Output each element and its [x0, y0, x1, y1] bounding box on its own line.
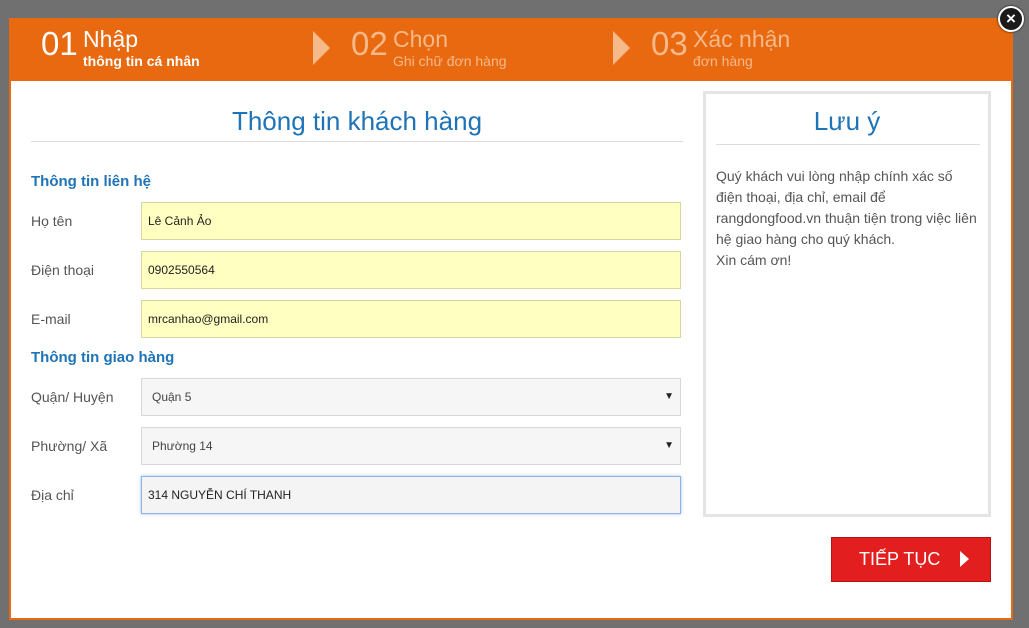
- step-arrow-icon: [313, 31, 330, 65]
- phone-label: Điện thoại: [31, 262, 95, 278]
- district-selected-value: Quận 5: [152, 390, 192, 404]
- continue-button[interactable]: TIẾP TỤC: [831, 537, 991, 582]
- step-1-number: 01: [41, 25, 78, 62]
- name-label: Họ tên: [31, 213, 73, 229]
- district-select[interactable]: Quận 5 ▼: [141, 378, 681, 416]
- note-text: Quý khách vui lòng nhập chính xác số điệ…: [716, 166, 980, 271]
- dropdown-caret-icon: ▼: [664, 440, 674, 451]
- title-divider: [31, 141, 683, 142]
- name-field[interactable]: Lê Cảnh Ảo: [141, 202, 681, 240]
- address-field[interactable]: 314 NGUYỄN CHÍ THANH: [141, 476, 681, 514]
- step-2-subtitle: Ghi chữ đơn hàng: [393, 53, 507, 69]
- phone-field[interactable]: 0902550564: [141, 251, 681, 289]
- address-label: Địa chỉ: [31, 487, 74, 503]
- step-1-title: Nhập: [83, 26, 138, 52]
- form-title: Thông tin khách hàng: [231, 106, 483, 136]
- step-1: 01 Nhập thông tin cá nhân: [41, 20, 311, 81]
- checkout-modal: 01 Nhập thông tin cá nhân 02 Chọn Ghi ch…: [9, 18, 1013, 620]
- step-2-title: Chọn: [393, 26, 448, 52]
- district-label: Quận/ Huyện: [31, 389, 114, 405]
- close-button[interactable]: ×: [998, 6, 1024, 32]
- note-message: Quý khách vui lòng nhập chính xác số điệ…: [716, 168, 977, 247]
- step-3-number: 03: [651, 25, 688, 62]
- note-title: Lưu ý: [813, 106, 881, 136]
- step-3-title: Xác nhận: [693, 26, 791, 52]
- step-1-subtitle: thông tin cá nhân: [83, 53, 200, 69]
- note-thanks: Xin cám ơn!: [716, 252, 792, 268]
- step-2-number: 02: [351, 25, 388, 62]
- note-panel: Lưu ý Quý khách vui lòng nhập chính xác …: [703, 91, 991, 517]
- step-3: 03 Xác nhận đơn hàng: [651, 20, 911, 81]
- dropdown-caret-icon: ▼: [664, 391, 674, 402]
- email-field[interactable]: mrcanhao@gmail.com: [141, 300, 681, 338]
- ward-label: Phường/ Xã: [31, 438, 108, 454]
- ward-selected-value: Phường 14: [152, 439, 213, 453]
- continue-button-label: TIẾP TỤC: [859, 549, 941, 569]
- ward-select[interactable]: Phường 14 ▼: [141, 427, 681, 465]
- contact-section-heading: Thông tin liên hệ: [31, 173, 151, 190]
- step-2: 02 Chọn Ghi chữ đơn hàng: [351, 20, 611, 81]
- delivery-section-heading: Thông tin giao hàng: [31, 349, 175, 366]
- email-label: E-mail: [31, 311, 71, 327]
- arrow-right-icon: [960, 551, 969, 567]
- note-divider: [716, 144, 980, 145]
- checkout-steps: 01 Nhập thông tin cá nhân 02 Chọn Ghi ch…: [11, 20, 1011, 81]
- step-3-subtitle: đơn hàng: [693, 53, 753, 69]
- step-arrow-icon: [613, 31, 630, 65]
